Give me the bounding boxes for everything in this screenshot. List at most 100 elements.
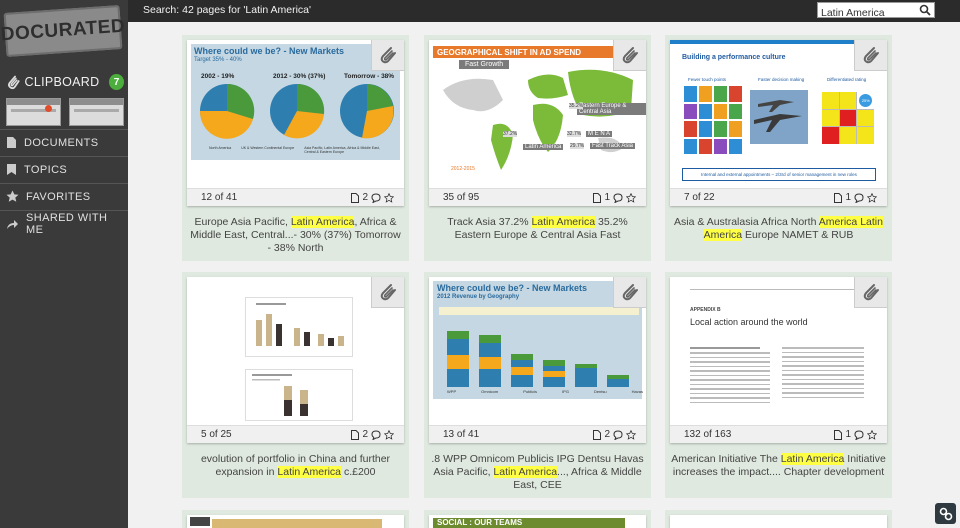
clipboard-link[interactable]: CLIPBOARD 7 xyxy=(6,72,124,92)
page-thumbnail[interactable] xyxy=(670,515,887,528)
add-to-clipboard-button[interactable] xyxy=(613,277,646,308)
result-card[interactable] xyxy=(182,510,409,528)
thumb-footer-box: Internal and external appointments – 2/3… xyxy=(682,168,876,181)
result-card[interactable]: Building a performance culture Fewer tou… xyxy=(665,35,892,261)
result-card[interactable]: Where could we be? - New Markets Target … xyxy=(182,35,409,261)
thumb-footer: 132 of 163 1 xyxy=(670,425,887,443)
sidebar-item-label: SHARED WITH ME xyxy=(26,211,108,236)
thumb-footer: 7 of 22 1 xyxy=(670,188,887,206)
page-thumbnail[interactable]: 5 of 25 2 xyxy=(187,277,404,443)
page-thumbnail[interactable]: Where could we be? - New Markets Target … xyxy=(187,40,404,206)
page-icon xyxy=(351,192,360,203)
search-highlight: Latin America xyxy=(277,466,342,478)
star-icon[interactable] xyxy=(867,429,877,440)
link-icon[interactable] xyxy=(935,503,956,524)
page-number: 13 of 41 xyxy=(443,429,480,440)
paperclip-icon xyxy=(622,47,638,64)
star-icon xyxy=(6,190,19,202)
star-icon[interactable] xyxy=(384,192,394,203)
result-caption: Asia & Australasia Africa North America … xyxy=(674,216,883,241)
comment-icon[interactable] xyxy=(854,192,864,203)
docurated-logo[interactable]: DOCURATED xyxy=(0,5,126,57)
page-thumbnail[interactable]: GEOGRAPHICAL SHIFT IN AD SPEND Fast Grow… xyxy=(429,40,646,206)
search-icon[interactable] xyxy=(919,4,931,16)
page-number: 132 of 163 xyxy=(684,429,732,440)
add-to-clipboard-button[interactable] xyxy=(371,40,404,71)
result-card[interactable] xyxy=(665,510,892,528)
add-to-clipboard-button[interactable] xyxy=(613,40,646,71)
appendix-label: APPENDIX B xyxy=(690,307,721,313)
page-number: 12 of 41 xyxy=(201,192,238,203)
thumb-footer: 5 of 25 2 xyxy=(187,425,404,443)
result-card[interactable]: APPENDIX B Local action around the world… xyxy=(665,272,892,498)
sidebar-item-topics[interactable]: TOPICS xyxy=(0,156,128,182)
page-thumbnail[interactable]: Building a performance culture Fewer tou… xyxy=(670,40,887,206)
sidebar-item-label: FAVORITES xyxy=(26,190,91,203)
comment-icon[interactable] xyxy=(613,192,623,203)
search-summary: Search: 42 pages for 'Latin America' xyxy=(143,4,312,16)
sidebar-item-favorites[interactable]: FAVORITES xyxy=(0,183,128,209)
page-number: 5 of 25 xyxy=(201,429,232,440)
thumb-label: 2012 - 30% (37%) xyxy=(273,73,326,80)
sidebar-item-label: DOCUMENTS xyxy=(24,136,99,149)
result-card[interactable]: 5 of 25 2 evolution of portfolio in Chin… xyxy=(182,272,409,498)
paperclip-icon xyxy=(380,284,396,301)
result-card[interactable]: SOCIAL : OUR TEAMS xyxy=(424,510,651,528)
bar-label: WPP xyxy=(447,389,457,394)
page-icon xyxy=(593,192,602,203)
paperclip-icon xyxy=(863,47,879,64)
thumb-label: Tomorrow - 38% xyxy=(344,73,395,80)
sidebar-item-label: TOPICS xyxy=(24,163,68,176)
thumb-title: Building a performance culture xyxy=(682,54,786,61)
page-thumbnail[interactable]: SOCIAL : OUR TEAMS xyxy=(429,515,646,528)
paperclip-icon xyxy=(622,284,638,301)
thumb-title: Local action around the world xyxy=(690,317,808,327)
documents-icon xyxy=(7,137,16,148)
result-card[interactable]: Where could we be? - New Markets 2012 Re… xyxy=(424,272,651,498)
search-highlight: Latin America xyxy=(493,466,558,478)
page-number: 35 of 95 xyxy=(443,192,480,203)
sidebar-item-shared-with-me[interactable]: SHARED WITH ME xyxy=(0,210,128,236)
result-card[interactable]: GEOGRAPHICAL SHIFT IN AD SPEND Fast Grow… xyxy=(424,35,651,261)
map-value: 29.7% xyxy=(570,143,585,149)
text-column xyxy=(782,347,864,401)
result-caption: Track Asia 37.2% Latin America 35.2% Eas… xyxy=(447,216,628,241)
page-thumbnail[interactable]: Where could we be? - New Markets 2012 Re… xyxy=(429,277,646,443)
star-icon[interactable] xyxy=(626,429,636,440)
result-caption: evolution of portfolio in China and furt… xyxy=(200,453,391,478)
comment-icon[interactable] xyxy=(613,429,623,440)
clipboard-thumbnail[interactable] xyxy=(6,98,61,126)
thumb-subtitle: Target 35% - 40% xyxy=(194,57,242,63)
star-icon[interactable] xyxy=(867,192,877,203)
comment-icon[interactable] xyxy=(371,429,381,440)
bar-label: Publicis xyxy=(523,389,538,394)
pie-charts xyxy=(199,83,394,139)
thumb-col-label: Faster decision making xyxy=(758,77,805,82)
search-field[interactable] xyxy=(817,2,935,20)
star-icon[interactable] xyxy=(384,429,394,440)
page-icon xyxy=(834,429,843,440)
thumb-title: Where could we be? - New Markets xyxy=(194,46,345,56)
map-value: 32.7% xyxy=(567,131,582,137)
bar-label: Dentsu xyxy=(593,389,607,394)
add-to-clipboard-button[interactable] xyxy=(854,277,887,308)
legend-item: North America xyxy=(209,146,232,150)
page-thumbnail[interactable]: APPENDIX B Local action around the world… xyxy=(670,277,887,443)
add-to-clipboard-button[interactable] xyxy=(371,277,404,308)
result-caption: .8 WPP Omnicom Publicis IPG Dentsu Havas… xyxy=(431,453,644,491)
paperclip-icon xyxy=(863,284,879,301)
clipboard-thumbnail[interactable] xyxy=(69,98,124,126)
search-input[interactable] xyxy=(818,6,920,20)
world-map xyxy=(443,69,633,170)
thumb-title: SOCIAL : OUR TEAMS xyxy=(433,518,625,528)
comment-icon[interactable] xyxy=(371,192,381,203)
add-to-clipboard-button[interactable] xyxy=(854,40,887,71)
page-thumbnail[interactable] xyxy=(187,515,404,528)
comment-icon[interactable] xyxy=(854,429,864,440)
result-caption: Europe Asia Pacific, Latin America, Afri… xyxy=(190,216,401,254)
bar-label: Havas xyxy=(631,389,643,394)
star-icon[interactable] xyxy=(626,192,636,203)
pages-count: 2 xyxy=(362,429,368,440)
sidebar-item-documents[interactable]: DOCUMENTS xyxy=(0,129,128,155)
map-label: Fast Track Asia xyxy=(590,143,636,149)
